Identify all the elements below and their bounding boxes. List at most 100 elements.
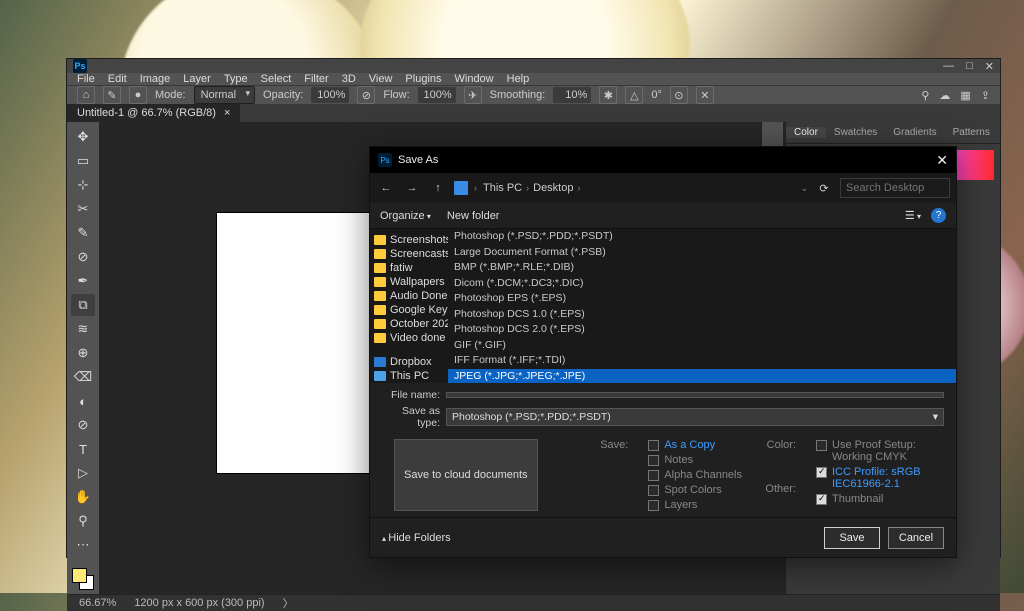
view-options-icon[interactable]: ☰ <box>905 209 921 222</box>
search-input[interactable] <box>840 178 950 198</box>
menu-edit[interactable]: Edit <box>108 73 127 85</box>
dialog-close-icon[interactable]: ✕ <box>936 152 948 169</box>
cancel-button[interactable]: Cancel <box>888 527 944 549</box>
format-option[interactable]: IFF Format (*.IFF;*.TDI) <box>448 353 956 369</box>
cloud-docs-icon[interactable]: ☁ <box>939 89 950 102</box>
chevron-right-icon[interactable]: › <box>474 183 477 193</box>
tool-8[interactable]: ≋ <box>71 318 95 340</box>
close-icon[interactable]: ✕ <box>985 60 994 73</box>
workspace-icon[interactable]: ▦ <box>960 89 970 102</box>
tool-7[interactable]: ⧉ <box>71 294 95 316</box>
tree-item[interactable]: Wallpapers <box>370 275 448 289</box>
save-option-checkbox[interactable]: As a Copy <box>648 439 742 451</box>
panel-tab-gradients[interactable]: Gradients <box>885 127 944 138</box>
chevron-down-icon[interactable]: ⌄ <box>800 183 808 194</box>
menu-plugins[interactable]: Plugins <box>405 73 441 85</box>
menu-3d[interactable]: 3D <box>342 73 356 85</box>
chevron-right-icon[interactable]: › <box>526 183 529 193</box>
tree-item[interactable]: Screenshots <box>370 233 448 247</box>
tab-close-icon[interactable]: × <box>224 107 230 119</box>
mode-select[interactable]: Normal <box>194 86 255 104</box>
tool-11[interactable]: ◐ <box>71 390 95 412</box>
save-option-checkbox[interactable]: Layers <box>648 499 742 511</box>
refresh-icon[interactable]: ⟳ <box>814 182 834 195</box>
menu-select[interactable]: Select <box>261 73 292 85</box>
pressure-opacity-icon[interactable]: ⊘ <box>357 86 375 104</box>
tool-1[interactable]: ▭ <box>71 150 95 172</box>
tree-item[interactable]: Screencasts <box>370 247 448 261</box>
tool-2[interactable]: ⊹ <box>71 174 95 196</box>
angle-icon[interactable]: △ <box>625 86 643 104</box>
thumbnail-checkbox[interactable]: Thumbnail <box>816 493 932 505</box>
format-option[interactable]: Dicom (*.DCM;*.DC3;*.DIC) <box>448 276 956 292</box>
tree-item[interactable]: Dropbox <box>370 355 448 369</box>
color-swatch[interactable] <box>72 568 94 590</box>
proof-setup-checkbox[interactable]: Use Proof Setup: Working CMYK <box>816 439 932 463</box>
tree-item[interactable]: This PC <box>370 369 448 383</box>
tool-16[interactable]: ⚲ <box>71 510 95 532</box>
tool-preset-icon[interactable]: ✎ <box>103 86 121 104</box>
format-option[interactable]: BMP (*.BMP;*.RLE;*.DIB) <box>448 260 956 276</box>
format-option[interactable]: Photoshop DCS 2.0 (*.EPS) <box>448 322 956 338</box>
tool-6[interactable]: ✒ <box>71 270 95 292</box>
tool-5[interactable]: ⊘ <box>71 246 95 268</box>
save-to-cloud-button[interactable]: Save to cloud documents <box>394 439 538 511</box>
opacity-input[interactable]: 100% <box>311 87 349 103</box>
zoom-level[interactable]: 66.67% <box>79 597 116 609</box>
tree-item[interactable]: October 2020 <box>370 317 448 331</box>
menu-image[interactable]: Image <box>140 73 171 85</box>
save-option-checkbox[interactable]: Spot Colors <box>648 484 742 496</box>
menu-type[interactable]: Type <box>224 73 248 85</box>
menu-file[interactable]: File <box>77 73 95 85</box>
tool-10[interactable]: ⌫ <box>71 366 95 388</box>
crumb-desktop[interactable]: Desktop <box>533 182 573 194</box>
tool-12[interactable]: ⊘ <box>71 414 95 436</box>
help-icon[interactable]: ? <box>931 208 946 223</box>
menu-help[interactable]: Help <box>507 73 530 85</box>
tool-15[interactable]: ✋ <box>71 486 95 508</box>
icc-profile-checkbox[interactable]: ICC Profile: sRGB IEC61966-2.1 <box>816 466 932 490</box>
tool-13[interactable]: T <box>71 438 95 460</box>
tree-item[interactable]: fatiw <box>370 261 448 275</box>
flow-input[interactable]: 100% <box>418 87 456 103</box>
new-folder-button[interactable]: New folder <box>447 210 500 222</box>
format-option[interactable]: Photoshop (*.PSD;*.PDD;*.PSDT) <box>448 229 956 245</box>
up-icon[interactable]: ↑ <box>428 182 448 194</box>
tree-item[interactable]: Audio Done <box>370 289 448 303</box>
panel-tab-swatches[interactable]: Swatches <box>826 127 885 138</box>
forward-icon[interactable]: → <box>402 182 422 194</box>
tool-4[interactable]: ✎ <box>71 222 95 244</box>
format-option[interactable]: Photoshop EPS (*.EPS) <box>448 291 956 307</box>
format-option[interactable]: Photoshop DCS 1.0 (*.EPS) <box>448 307 956 323</box>
tool-14[interactable]: ▷ <box>71 462 95 484</box>
angle-value[interactable]: 0° <box>651 89 662 101</box>
back-icon[interactable]: ← <box>376 182 396 194</box>
home-icon[interactable]: ⌂ <box>77 86 95 104</box>
format-option[interactable]: JPEG (*.JPG;*.JPEG;*.JPE) <box>448 369 956 384</box>
tool-0[interactable]: ✥ <box>71 126 95 148</box>
status-chevron-icon[interactable]: 〉 <box>283 595 294 611</box>
hide-folders-toggle[interactable]: Hide Folders <box>382 532 451 544</box>
maximize-icon[interactable]: □ <box>966 60 973 73</box>
format-option[interactable]: GIF (*.GIF) <box>448 338 956 354</box>
crumb-this-pc[interactable]: This PC <box>483 182 522 194</box>
format-option[interactable]: Large Document Format (*.PSB) <box>448 245 956 261</box>
save-button[interactable]: Save <box>824 527 880 549</box>
panel-tab-color[interactable]: Color <box>786 127 826 138</box>
symmetry-icon[interactable]: ✕ <box>696 86 714 104</box>
filetype-select[interactable]: Photoshop (*.PSD;*.PDD;*.PSDT) <box>446 408 944 426</box>
tool-17[interactable]: ⋯ <box>71 534 95 556</box>
menu-layer[interactable]: Layer <box>183 73 211 85</box>
menu-filter[interactable]: Filter <box>304 73 328 85</box>
smoothing-opts-icon[interactable]: ✱ <box>599 86 617 104</box>
organize-menu[interactable]: Organize <box>380 210 431 222</box>
pressure-size-icon[interactable]: ⊙ <box>670 86 688 104</box>
minimize-icon[interactable]: — <box>943 60 954 73</box>
document-tab[interactable]: Untitled-1 @ 66.7% (RGB/8) × <box>67 104 240 122</box>
save-option-checkbox[interactable]: Notes <box>648 454 742 466</box>
smoothing-input[interactable]: 10% <box>553 87 591 103</box>
save-option-checkbox[interactable]: Alpha Channels <box>648 469 742 481</box>
chevron-right-icon[interactable]: › <box>577 183 580 193</box>
panel-tab-patterns[interactable]: Patterns <box>945 127 998 138</box>
tree-item[interactable]: Video done <box>370 331 448 345</box>
